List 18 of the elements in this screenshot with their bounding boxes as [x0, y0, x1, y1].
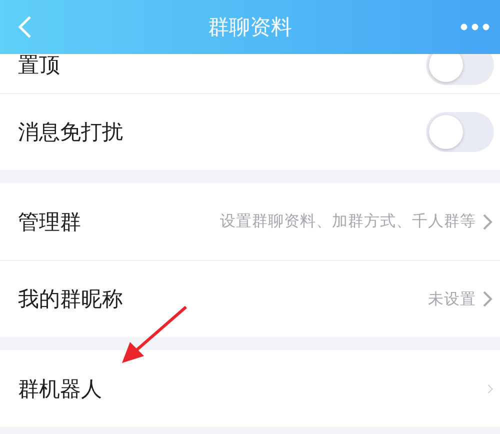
settings-row[interactable]: 置顶: [0, 54, 500, 93]
row-value: 设置群聊资料、加群方式、千人群等: [220, 211, 476, 232]
row-value: 未设置: [428, 288, 476, 310]
row-label: 我的群昵称: [18, 286, 123, 313]
page-title: 群聊资料: [207, 14, 293, 41]
arrow-drawing: [122, 306, 187, 363]
row-label: 管理群: [18, 208, 81, 236]
more-icon[interactable]: [460, 23, 490, 31]
row-label: 置顶: [18, 54, 60, 79]
row-label: 消息免打扰: [18, 119, 123, 146]
toggle-switch[interactable]: [426, 54, 494, 85]
row-label: 群机器人: [18, 376, 102, 402]
settings-row[interactable]: 管理群 设置群聊资料、加群方式、千人群等: [0, 183, 500, 260]
toggle-switch[interactable]: [426, 112, 494, 152]
settings-row[interactable]: 消息免打扰: [0, 93, 500, 170]
settings-row[interactable]: 群机器人: [0, 350, 500, 427]
settings-row[interactable]: 我的群昵称 未设置: [0, 260, 500, 337]
back-icon[interactable]: [18, 15, 32, 39]
